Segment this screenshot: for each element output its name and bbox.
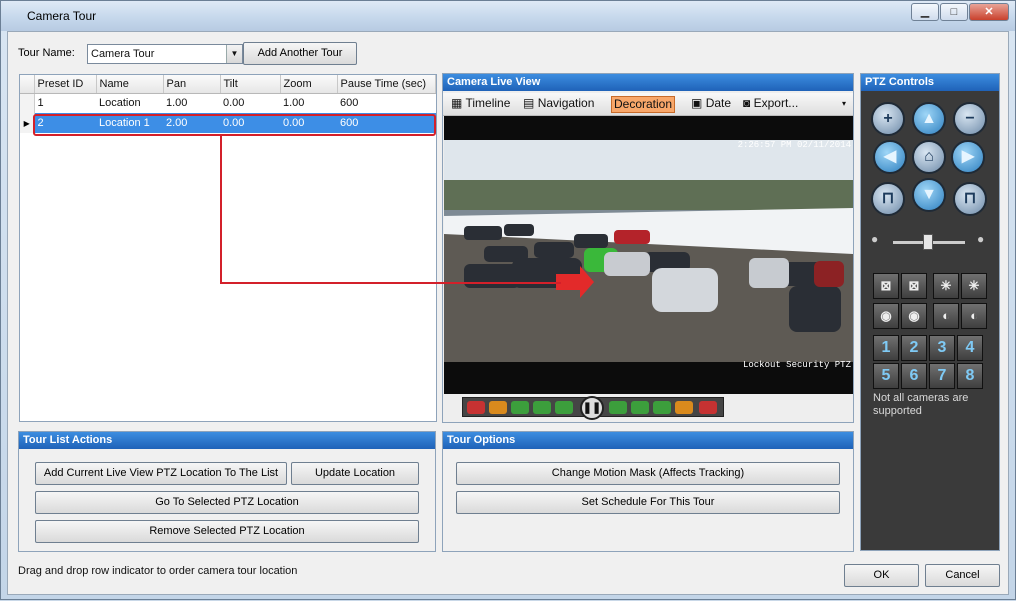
change-motion-mask-button[interactable]: Change Motion Mask (Affects Tracking) [456, 462, 840, 485]
preset-2-button[interactable]: 2 [901, 335, 927, 361]
arrow-down-icon[interactable]: ▼ [912, 178, 946, 212]
focus-reset-icon[interactable]: ◉ [901, 303, 927, 329]
preset-7-button[interactable]: 7 [929, 363, 955, 389]
lock-icon[interactable]: ⊓ [953, 182, 987, 216]
arrow-up-icon[interactable]: ▲ [912, 102, 946, 136]
ptz-speed-slider-handle[interactable] [923, 234, 933, 250]
preset-4-button[interactable]: 4 [957, 335, 983, 361]
contrast-icon[interactable]: ◐ [961, 303, 987, 329]
arrow-left-icon[interactable]: ◀ [873, 140, 907, 174]
remove-selected-button[interactable]: Remove Selected PTZ Location [35, 520, 419, 543]
add-current-location-button[interactable]: Add Current Live View PTZ Location To Th… [35, 462, 287, 485]
drag-drop-hint: Drag and drop row indicator to order cam… [18, 565, 298, 577]
camera-tour-window: Camera Tour ▁ □ ✕ Tour Name: Camera Tour… [0, 0, 1016, 600]
home-icon[interactable]: ⌂ [912, 140, 946, 174]
skip-start-icon[interactable] [467, 401, 485, 414]
brightness-icon[interactable]: ◐ [933, 303, 959, 329]
arrow-right-icon[interactable]: ▶ [951, 140, 985, 174]
pause-button[interactable]: ❚❚ [580, 396, 604, 420]
go-to-selected-button[interactable]: Go To Selected PTZ Location [35, 491, 419, 514]
cancel-button[interactable]: Cancel [925, 564, 1000, 587]
iris-open-icon[interactable]: ✳ [933, 273, 959, 299]
focus-near-icon[interactable]: ⊠ [873, 273, 899, 299]
update-location-button[interactable]: Update Location [291, 462, 419, 485]
next-event-icon[interactable] [675, 401, 693, 414]
forward-fast-icon[interactable] [653, 401, 671, 414]
previous-event-icon[interactable] [489, 401, 507, 414]
preset-3-button[interactable]: 3 [929, 335, 955, 361]
zoom-out-icon[interactable]: − [953, 102, 987, 136]
rewind-fast-icon[interactable] [511, 401, 529, 414]
preset-5-button[interactable]: 5 [873, 363, 899, 389]
ptz-support-note: Not all cameras are supported [873, 392, 969, 417]
ptz-controls-title: PTZ Controls [861, 74, 999, 91]
set-schedule-button[interactable]: Set Schedule For This Tour [456, 491, 840, 514]
slow-turtle-icon: ● [871, 232, 879, 246]
tour-list-actions-title: Tour List Actions [19, 432, 435, 449]
step-back-icon[interactable] [555, 401, 573, 414]
forward-icon[interactable] [631, 401, 649, 414]
ok-button[interactable]: OK [844, 564, 919, 587]
playback-controls: ❚❚ [462, 396, 724, 420]
tour-options-title: Tour Options [443, 432, 853, 449]
step-forward-icon[interactable] [609, 401, 627, 414]
tour-options-panel: Tour Options Change Motion Mask (Affects… [442, 431, 854, 552]
auto-focus-icon[interactable]: ◉ [873, 303, 899, 329]
ptz-controls-panel: PTZ Controls + ▲ − ◀ ⌂ ▶ ⊓ ▼ ⊓ ● ● ⊠ ⊠ ✳… [860, 73, 1000, 551]
tour-list-actions-panel: Tour List Actions Add Current Live View … [18, 431, 436, 552]
preset-6-button[interactable]: 6 [901, 363, 927, 389]
zoom-in-icon[interactable]: + [871, 102, 905, 136]
focus-far-icon[interactable]: ⊠ [901, 273, 927, 299]
preset-8-button[interactable]: 8 [957, 363, 983, 389]
unlock-icon[interactable]: ⊓ [871, 182, 905, 216]
skip-end-icon[interactable] [699, 401, 717, 414]
fast-rabbit-icon: ● [977, 232, 985, 246]
iris-close-icon[interactable]: ✳ [961, 273, 987, 299]
rewind-icon[interactable] [533, 401, 551, 414]
preset-1-button[interactable]: 1 [873, 335, 899, 361]
